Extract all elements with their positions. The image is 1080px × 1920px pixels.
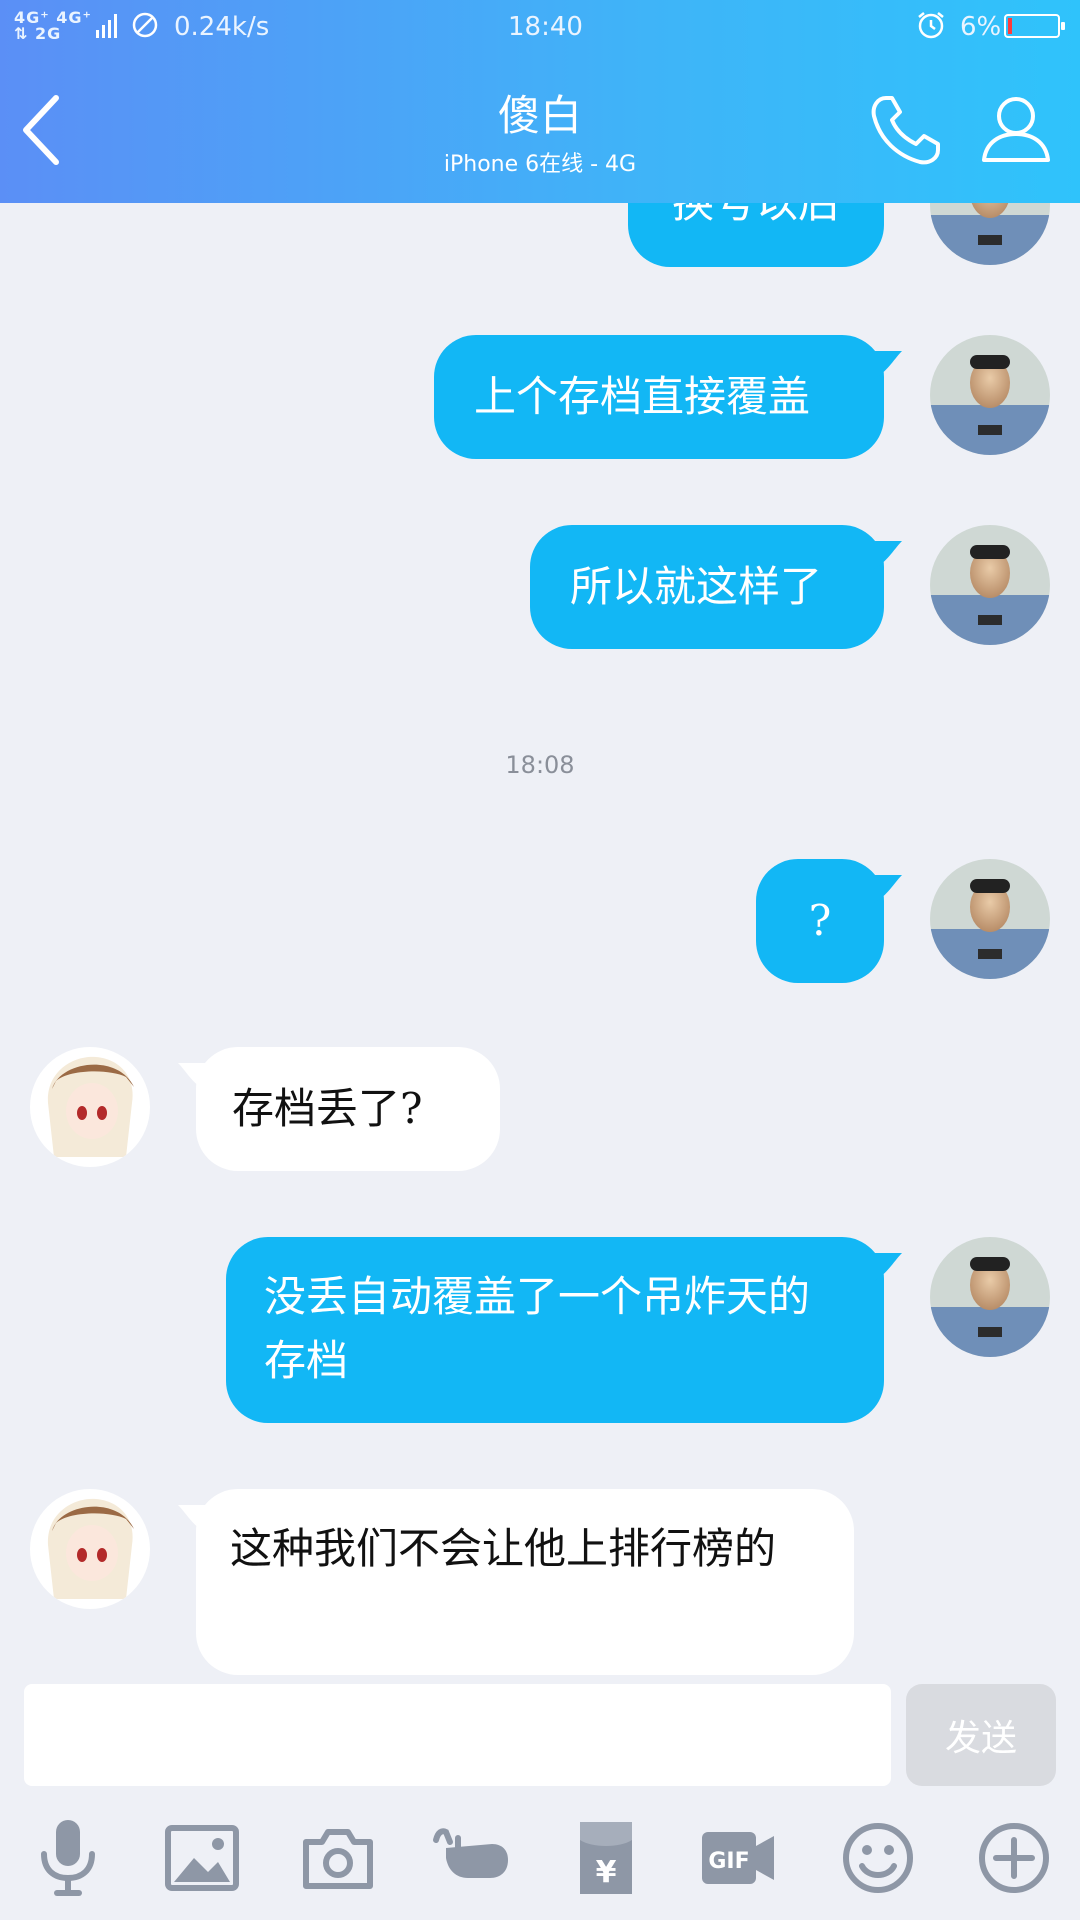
network-speed: 0.24k/s [174,12,270,42]
message-bubble-outgoing[interactable]: 换号以后 [628,203,884,267]
contact-avatar[interactable] [30,1489,150,1609]
poke-hand-icon[interactable] [432,1818,512,1898]
bubble-tail [874,1253,902,1281]
message-text: 没丢自动覆盖了一个吊炸天的存档 [264,1272,811,1385]
alarm-icon [918,12,944,39]
emoji-icon[interactable] [838,1818,918,1898]
network-type: 4G⁺ 4G⁺ ⇅ 2G [14,8,92,43]
signal-bars-icon [96,14,117,38]
message-text: ? [808,896,832,945]
message-timestamp: 18:08 [505,751,575,779]
my-avatar[interactable] [930,525,1050,645]
my-avatar[interactable] [930,1237,1050,1357]
message-bubble-incoming[interactable]: 存档丢了? [196,1047,500,1171]
contact-avatar[interactable] [30,1047,150,1167]
message-bubble-outgoing[interactable]: 上个存档直接覆盖 [434,335,884,459]
message-bubble-incoming[interactable]: 这种我们不会让他上排行榜的 [196,1489,854,1675]
phone-call-button[interactable] [868,92,944,168]
battery-percent: 6% [960,12,1002,42]
message-bubble-outgoing[interactable]: ? [756,859,884,983]
camera-icon[interactable] [298,1818,378,1898]
gif-label: GIF [708,1849,749,1874]
my-avatar[interactable] [930,335,1050,455]
image-icon[interactable] [162,1818,242,1898]
no-sim-icon [132,12,158,38]
bubble-tail [874,541,902,569]
svg-text:¥: ¥ [596,1855,617,1890]
message-input[interactable] [24,1684,891,1786]
microphone-icon[interactable] [28,1818,108,1898]
gif-icon[interactable]: GIF [698,1818,778,1898]
plus-icon[interactable] [974,1818,1054,1898]
message-list[interactable]: 换号以后 上个存档直接覆盖 所以就这样了 18:08 ? [0,203,1080,1680]
red-packet-icon[interactable]: ¥ [566,1818,646,1898]
my-avatar[interactable] [930,859,1050,979]
message-text: 所以就这样了 [570,562,823,611]
message-text: 存档丢了? [232,1084,423,1133]
bubble-tail [874,875,902,903]
message-bubble-outgoing[interactable]: 没丢自动覆盖了一个吊炸天的存档 [226,1237,884,1423]
message-text: 上个存档直接覆盖 [474,372,811,421]
status-time: 18:40 [508,12,583,42]
message-text: 换号以后 [672,203,840,227]
message-text: 这种我们不会让他上排行榜的 [230,1524,777,1573]
send-button[interactable]: 发送 [906,1684,1056,1786]
message-bubble-outgoing[interactable]: 所以就这样了 [530,525,884,649]
status-bar: 4G⁺ 4G⁺ ⇅ 2G 0.24k/s 18:40 6% [0,0,1080,54]
profile-button[interactable] [980,92,1052,164]
bubble-tail [874,351,902,379]
chat-header: 4G⁺ 4G⁺ ⇅ 2G 0.24k/s 18:40 6% 傻白 iPhone … [0,0,1080,203]
my-avatar[interactable] [930,203,1050,265]
battery-icon [1004,14,1065,38]
